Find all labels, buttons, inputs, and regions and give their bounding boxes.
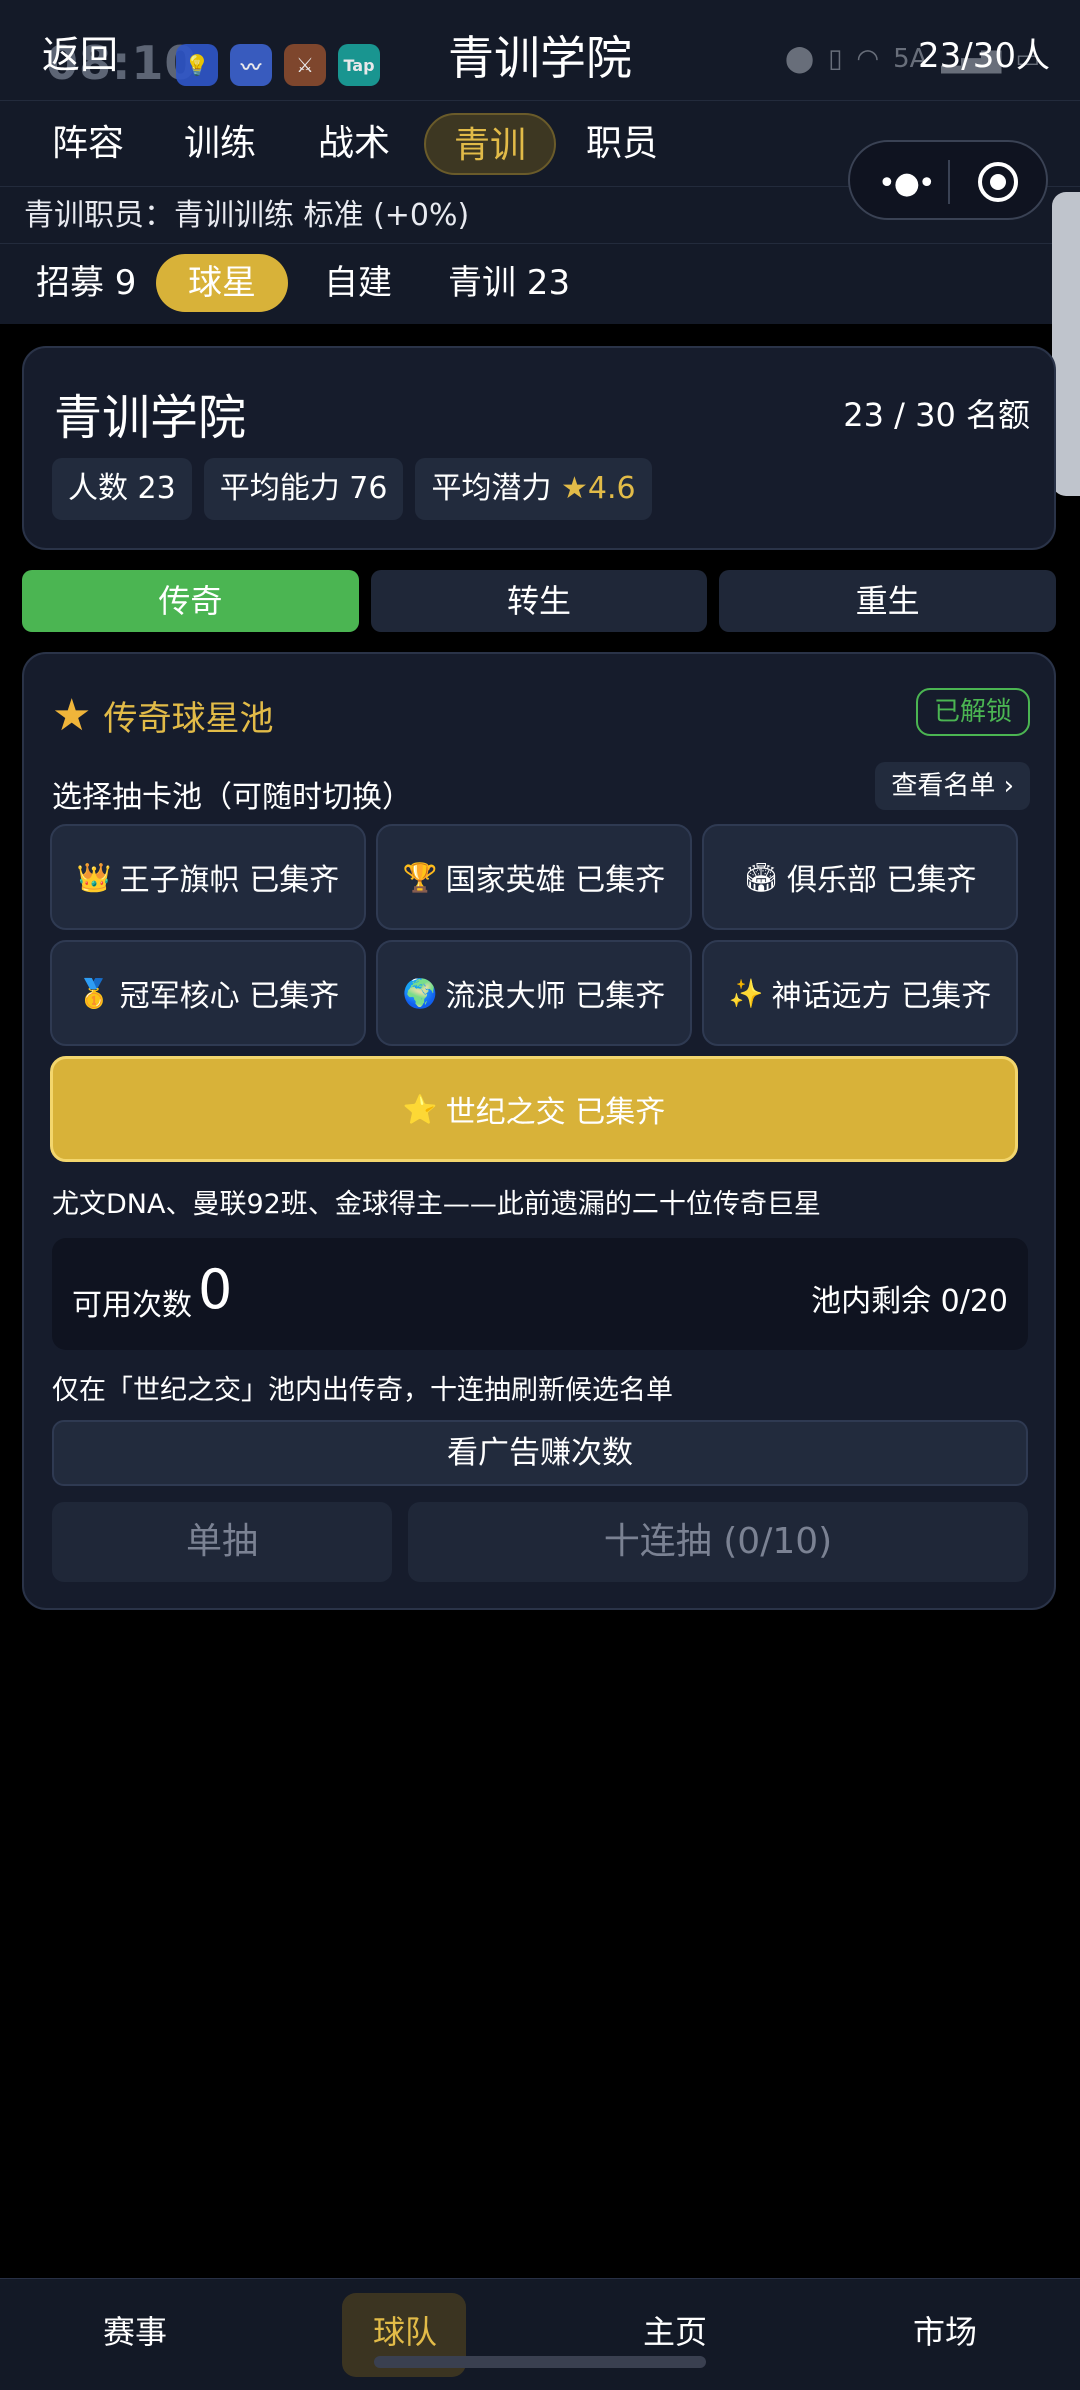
pool-option-club[interactable]: 🏟 俱乐部 已集齐 [702, 824, 1018, 930]
pool-description: 尤文DNA、曼联92班、金球得主——此前遗漏的二十位传奇巨星 [52, 1189, 821, 1220]
tab-lineup[interactable]: 阵容 [24, 113, 152, 175]
ten-draw-button[interactable]: 十连抽 (0/10) [408, 1502, 1028, 1582]
pool-option-label: 神话远方 已集齐 [771, 979, 992, 1014]
pool-option-champion-core[interactable]: 🥇 冠军核心 已集齐 [50, 940, 366, 1046]
pool-option-label: 俱乐部 已集齐 [787, 863, 977, 898]
subtab-stars[interactable]: 球星 [156, 254, 288, 312]
pool-option-label: 流浪大师 已集齐 [445, 979, 666, 1014]
subtab-recruit[interactable]: 招募 9 [4, 254, 168, 312]
summary-chips: 人数 23 平均能力 76 平均潜力 ★4.6 [52, 458, 652, 520]
legend-pool-card: ★ 传奇球星池 已解锁 选择抽卡池（可随时切换） 查看名单 › 👑 王子旗帜 已… [22, 652, 1056, 1610]
pool-select-label: 选择抽卡池（可随时切换） [52, 780, 412, 815]
scrollbar[interactable] [1052, 192, 1080, 496]
academy-summary-card: 青训学院 23 / 30 名额 人数 23 平均能力 76 平均潜力 ★4.6 [22, 346, 1056, 550]
academy-quota: 23 / 30 名额 [843, 396, 1030, 434]
globe-icon: 🌍 [402, 976, 438, 1010]
mode-reincarnate[interactable]: 转生 [370, 570, 708, 632]
unlocked-badge: 已解锁 [915, 688, 1030, 736]
avg-ability-chip: 平均能力 76 [203, 458, 404, 520]
pool-name: 传奇球星池 [103, 699, 274, 739]
pool-note: 仅在「世纪之交」池内出传奇，十连抽刷新候选名单 [52, 1375, 673, 1406]
medal-icon: 🥇 [76, 976, 112, 1010]
tab-home[interactable]: 主页 [540, 2279, 810, 2390]
subtab-youth[interactable]: 青训 23 [416, 254, 602, 312]
sparkles-icon: ✨ [728, 976, 764, 1010]
draw-counter: 可用次数 0 池内剩余 0/20 [52, 1238, 1028, 1350]
bottom-tabbar: 赛事 球队 主页 市场 [0, 2278, 1080, 2390]
star-icon: ⭐ [402, 1092, 438, 1126]
avg-potential-label: 平均潜力 [431, 471, 552, 506]
available-label: 可用次数 [72, 1288, 192, 1323]
pool-option-century[interactable]: ⭐ 世纪之交 已集齐 [50, 1056, 1018, 1162]
view-list-button[interactable]: 查看名单 › [875, 762, 1030, 810]
watch-ad-button[interactable]: 看广告赚次数 [52, 1420, 1028, 1486]
crown-icon: 👑 [76, 860, 112, 894]
available-value: 0 [198, 1258, 233, 1321]
pool-option-label: 国家英雄 已集齐 [445, 863, 666, 898]
pool-remaining: 池内剩余 0/20 [811, 1284, 1008, 1319]
tab-market[interactable]: 市场 [810, 2279, 1080, 2390]
tab-training[interactable]: 训练 [156, 113, 284, 175]
player-count-chip: 人数 23 [52, 458, 192, 520]
tab-team[interactable]: 球队 [270, 2279, 540, 2390]
mode-rebirth[interactable]: 重生 [719, 570, 1057, 632]
pool-option-label: 冠军核心 已集齐 [119, 979, 340, 1014]
home-indicator[interactable] [374, 2356, 706, 2368]
pool-option-national-hero[interactable]: 🏆 国家英雄 已集齐 [376, 824, 692, 930]
star-icon: ★ [52, 690, 92, 741]
capsule-divider [948, 160, 950, 204]
avg-potential-value: ★4.6 [560, 471, 636, 506]
mode-legend[interactable]: 传奇 [22, 570, 359, 632]
pool-option-label: 王子旗帜 已集齐 [119, 863, 340, 898]
pool-option-label: 世纪之交 已集齐 [445, 1095, 666, 1130]
stadium-icon: 🏟 [743, 860, 779, 894]
single-draw-button[interactable]: 单抽 [52, 1502, 392, 1582]
pool-header: ★ 传奇球星池 [52, 690, 273, 741]
close-miniprogram-icon[interactable] [978, 162, 1018, 202]
pool-option-myth[interactable]: ✨ 神话远方 已集齐 [702, 940, 1018, 1046]
academy-title: 青训学院 [54, 390, 247, 446]
subtab-custom[interactable]: 自建 [292, 254, 424, 312]
tab-staff[interactable]: 职员 [558, 113, 686, 175]
mode-tabs: 传奇 转生 重生 [22, 570, 1057, 632]
pool-option-prince[interactable]: 👑 王子旗帜 已集齐 [50, 824, 366, 930]
more-icon[interactable]: •●• [878, 166, 936, 201]
trophy-icon: 🏆 [402, 860, 438, 894]
avg-potential-chip: 平均潜力 ★4.6 [415, 458, 652, 520]
sub-nav: 招募 9 球星 自建 青训 23 [0, 244, 1080, 324]
tab-matches[interactable]: 赛事 [0, 2279, 270, 2390]
tab-tactics[interactable]: 战术 [290, 113, 418, 175]
roster-count: 23/30人 [918, 36, 1050, 76]
tab-youth[interactable]: 青训 [424, 113, 557, 175]
pool-option-wandering-master[interactable]: 🌍 流浪大师 已集齐 [376, 940, 692, 1046]
miniprogram-capsule: •●• [848, 140, 1048, 220]
